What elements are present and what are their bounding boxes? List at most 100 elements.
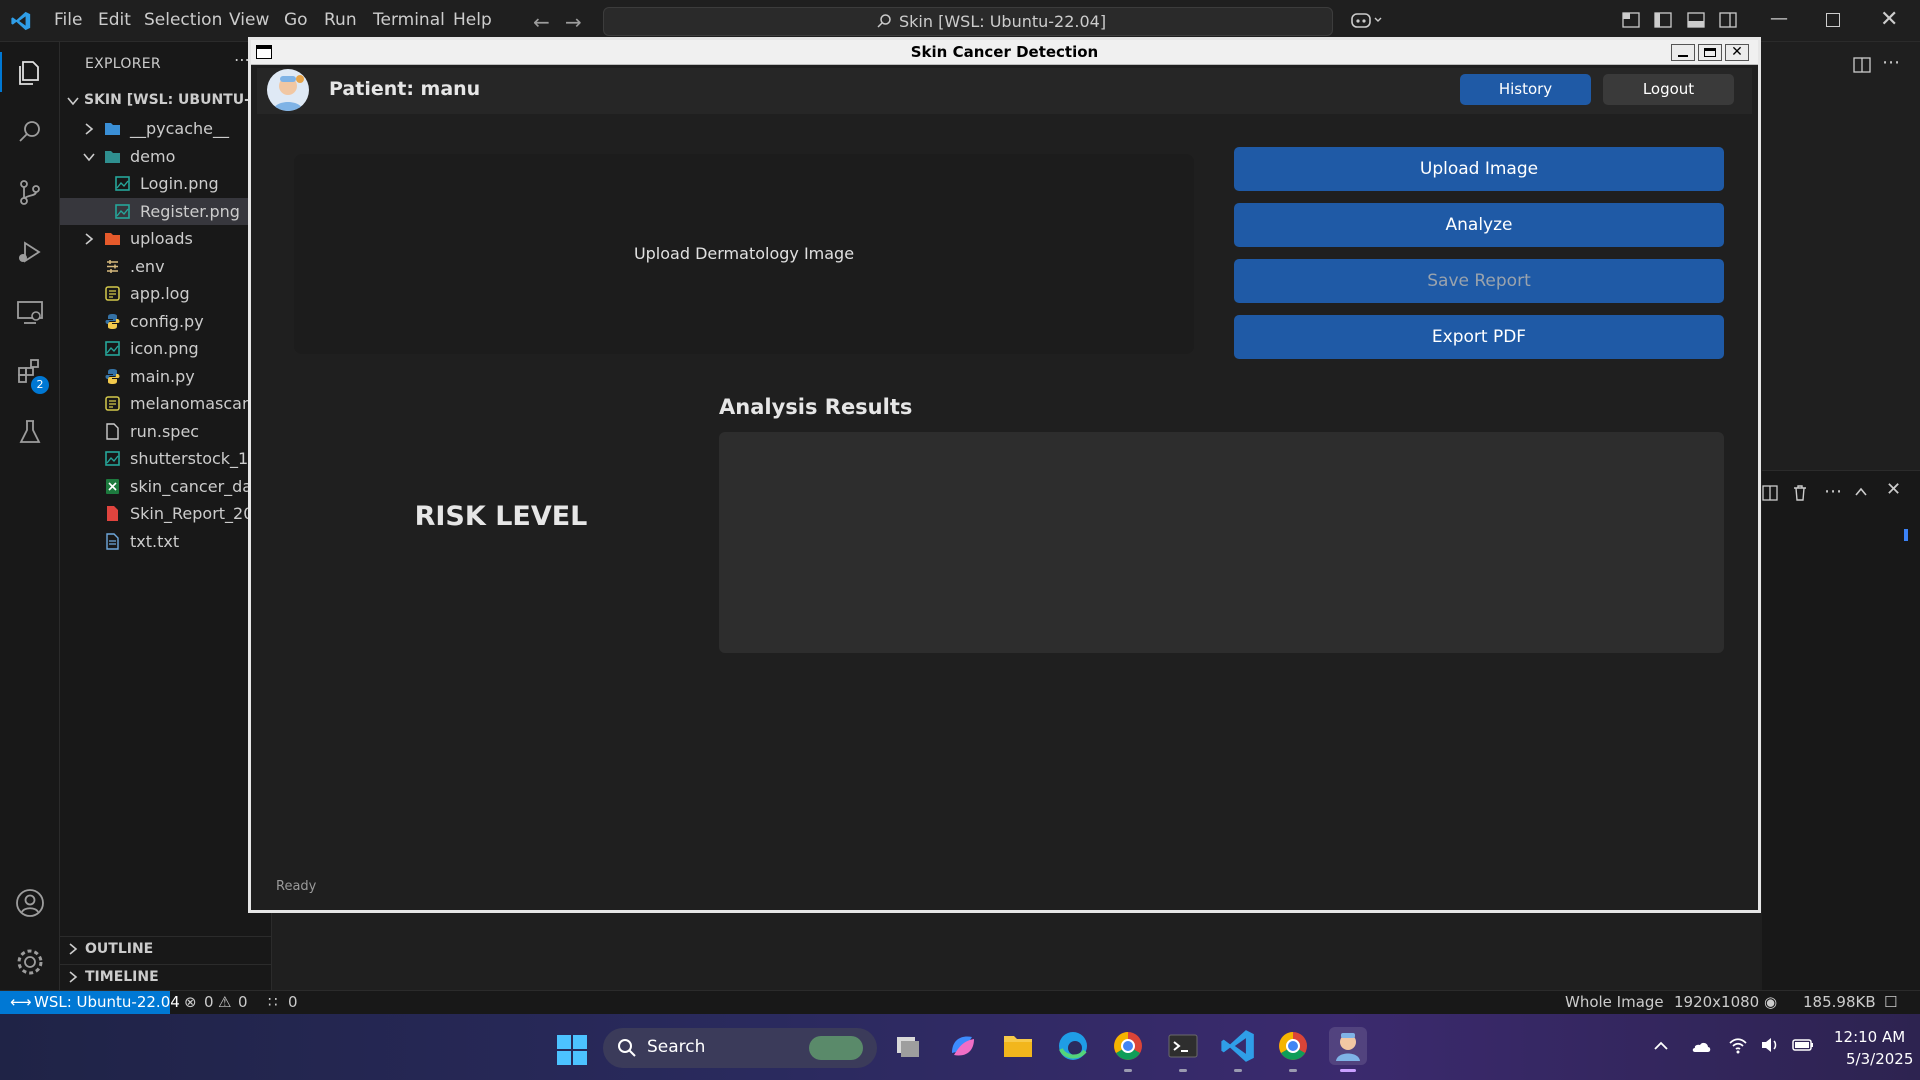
battery-icon[interactable] bbox=[1792, 1037, 1814, 1057]
chevron-right-icon bbox=[66, 970, 80, 984]
show-hidden-icons-icon[interactable] bbox=[1653, 1038, 1669, 1058]
testing-icon[interactable] bbox=[14, 416, 46, 448]
outline-section[interactable]: OUTLINE bbox=[60, 936, 271, 960]
onedrive-icon[interactable] bbox=[1690, 1038, 1712, 1058]
export-pdf-button[interactable]: Export PDF bbox=[1234, 315, 1724, 359]
menu-file[interactable]: File bbox=[54, 10, 82, 30]
chrome-browser-icon[interactable] bbox=[1109, 1027, 1147, 1065]
taskbar-search[interactable]: Search bbox=[603, 1028, 877, 1068]
trash-icon[interactable] bbox=[1792, 484, 1808, 505]
menu-edit[interactable]: Edit bbox=[98, 10, 131, 30]
chevron-up-icon[interactable] bbox=[1854, 484, 1868, 503]
tree-item-shutterstock[interactable]: shutterstock_174 bbox=[60, 445, 271, 472]
toggle-panel-icon[interactable] bbox=[1687, 11, 1705, 29]
error-count[interactable]: 0 bbox=[204, 993, 214, 1011]
tree-item-main-py[interactable]: main.py bbox=[60, 363, 271, 390]
tree-item-txt[interactable]: txt.txt bbox=[60, 528, 271, 555]
close-panel-icon[interactable]: ✕ bbox=[1886, 479, 1901, 500]
windows-start-icon[interactable] bbox=[557, 1035, 587, 1069]
close-window-icon[interactable]: ✕ bbox=[1880, 7, 1898, 32]
menu-selection[interactable]: Selection bbox=[144, 10, 222, 30]
tree-item-label: main.py bbox=[130, 367, 195, 386]
tree-item-register-png[interactable]: Register.png bbox=[60, 198, 271, 225]
tree-item-melanomascan-log[interactable]: melanomascan.lo bbox=[60, 390, 271, 417]
bell-icon[interactable]: ☐ bbox=[1884, 993, 1897, 1011]
vscode-app-icon[interactable] bbox=[1219, 1027, 1257, 1065]
split-terminal-icon[interactable] bbox=[1762, 485, 1778, 505]
app-close-button[interactable]: ✕ bbox=[1725, 44, 1749, 61]
tree-item-app-log[interactable]: app.log bbox=[60, 280, 271, 307]
tree-item-label: .env bbox=[130, 257, 165, 276]
customize-layout-icon[interactable] bbox=[1622, 11, 1640, 29]
split-editor-icon[interactable] bbox=[1853, 56, 1871, 78]
menu-run[interactable]: Run bbox=[324, 10, 357, 30]
warning-count[interactable]: 0 bbox=[238, 993, 248, 1011]
tree-item-skin-cancer-data[interactable]: skin_cancer_data bbox=[60, 473, 271, 500]
back-arrow-icon[interactable]: ← bbox=[533, 10, 550, 34]
app-minimize-button[interactable] bbox=[1671, 44, 1695, 61]
toggle-sidebar-icon[interactable] bbox=[1654, 11, 1672, 29]
minimize-window-icon[interactable]: — bbox=[1770, 8, 1788, 29]
command-center[interactable]: Skin [WSL: Ubuntu-22.04] bbox=[603, 7, 1333, 36]
tree-item-run-spec[interactable]: run.spec bbox=[60, 418, 271, 445]
settings-gear-icon[interactable] bbox=[14, 946, 46, 978]
more-actions-icon[interactable]: ⋯ bbox=[1882, 52, 1900, 73]
file-explorer-icon[interactable] bbox=[999, 1027, 1037, 1065]
accounts-icon[interactable] bbox=[14, 887, 46, 919]
tree-item-uploads[interactable]: uploads bbox=[60, 225, 271, 252]
explorer-icon[interactable] bbox=[14, 57, 46, 89]
copilot-app-icon[interactable] bbox=[944, 1027, 982, 1065]
logout-button[interactable]: Logout bbox=[1603, 74, 1734, 105]
workspace-root[interactable]: SKIN [WSL: UBUNTU-22.0 bbox=[60, 88, 271, 115]
analyze-button[interactable]: Analyze bbox=[1234, 203, 1724, 247]
copilot-status-icon[interactable]: ◉ bbox=[1764, 993, 1777, 1011]
chrome-profile-icon[interactable] bbox=[1274, 1027, 1312, 1065]
tree-item-label: __pycache__ bbox=[130, 119, 230, 138]
image-upload-area[interactable]: Upload Dermatology Image bbox=[294, 154, 1194, 354]
more-actions-icon[interactable]: ⋯ bbox=[1824, 481, 1842, 502]
image-file-icon bbox=[114, 203, 131, 220]
history-button[interactable]: History bbox=[1460, 74, 1591, 105]
copilot-icon[interactable] bbox=[1350, 10, 1384, 34]
clock-time[interactable]: 12:10 AM bbox=[1834, 1028, 1905, 1046]
tree-item-pycache[interactable]: __pycache__ bbox=[60, 115, 271, 142]
task-view-icon[interactable] bbox=[889, 1027, 927, 1065]
folder-icon bbox=[104, 120, 121, 137]
menu-terminal[interactable]: Terminal bbox=[373, 10, 445, 30]
python-file-icon bbox=[104, 313, 121, 330]
tree-item-env[interactable]: .env bbox=[60, 253, 271, 280]
tree-item-login-png[interactable]: Login.png bbox=[60, 170, 271, 197]
clock-date[interactable]: 5/3/2025 bbox=[1846, 1050, 1913, 1068]
tree-item-demo[interactable]: demo bbox=[60, 143, 271, 170]
remote-explorer-icon[interactable] bbox=[14, 296, 46, 328]
search-icon[interactable] bbox=[14, 116, 46, 148]
wifi-icon[interactable] bbox=[1728, 1036, 1748, 1058]
run-debug-icon[interactable] bbox=[14, 236, 46, 268]
tree-item-config-py[interactable]: config.py bbox=[60, 308, 271, 335]
log-file-icon bbox=[104, 285, 121, 302]
terminal-app-icon[interactable] bbox=[1164, 1027, 1202, 1065]
menu-view[interactable]: View bbox=[229, 10, 269, 30]
menu-help[interactable]: Help bbox=[453, 10, 492, 30]
menu-go[interactable]: Go bbox=[284, 10, 308, 30]
edge-browser-icon[interactable] bbox=[1054, 1027, 1092, 1065]
ports-count[interactable]: 0 bbox=[288, 993, 298, 1011]
restore-window-icon[interactable] bbox=[1826, 13, 1840, 27]
source-control-icon[interactable] bbox=[14, 176, 46, 208]
command-center-text: Skin [WSL: Ubuntu-22.04] bbox=[899, 12, 1107, 31]
forward-arrow-icon[interactable]: → bbox=[565, 10, 582, 34]
view-mode[interactable]: Whole Image bbox=[1565, 993, 1664, 1011]
timeline-section[interactable]: TIMELINE bbox=[60, 964, 271, 988]
remote-indicator[interactable]: ⟷ WSL: Ubuntu-22.04 bbox=[0, 991, 180, 1015]
tree-item-skin-report[interactable]: Skin_Report_202 bbox=[60, 500, 271, 527]
save-report-button[interactable]: Save Report bbox=[1234, 259, 1724, 303]
app-titlebar[interactable]: Skin Cancer Detection ✕ bbox=[251, 40, 1758, 65]
skin-app-icon[interactable] bbox=[1329, 1027, 1367, 1065]
app-maximize-button[interactable] bbox=[1698, 44, 1722, 61]
tree-item-icon-png[interactable]: icon.png bbox=[60, 335, 271, 362]
app-status-text: Ready bbox=[276, 879, 317, 894]
spreadsheet-file-icon bbox=[104, 478, 121, 495]
volume-icon[interactable] bbox=[1760, 1036, 1780, 1058]
toggle-secondary-sidebar-icon[interactable] bbox=[1719, 11, 1737, 29]
upload-image-button[interactable]: Upload Image bbox=[1234, 147, 1724, 191]
